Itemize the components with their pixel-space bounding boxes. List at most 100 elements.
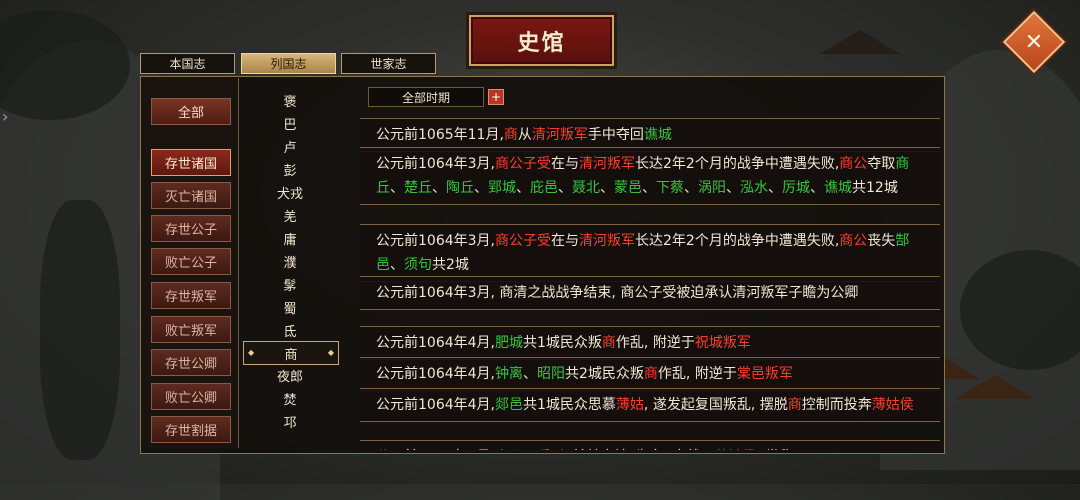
event-text: 、	[558, 180, 572, 196]
event-text: 祝城叛军	[694, 335, 751, 351]
event-text: 须句	[404, 257, 432, 273]
event-text: 昭阳	[537, 366, 565, 382]
event-text: 共12城	[852, 180, 898, 196]
event-text: 楚丘	[404, 180, 432, 196]
event-list[interactable]: 公元前1065年11月,商从清河叛军手中夺回谯城 公元前1064年3月,商公子受在…	[360, 114, 942, 450]
event-row: 公元前1064年4月,郯邑共1城民众思慕薄姑, 遂发起复国叛乱, 摆脱商控制而投…	[360, 388, 940, 422]
event-text: 共1城民众思慕	[523, 397, 616, 413]
event-text: , 遂发起复国叛乱, 摆脱	[643, 397, 788, 413]
event-text: 、	[432, 180, 446, 196]
event-text: 庇邑	[530, 180, 558, 196]
event-text: 商公子受	[495, 156, 551, 172]
event-text: 商	[601, 335, 616, 351]
event-text: 以“兼并土地”为名, 宣战于	[551, 449, 714, 450]
event-text: 公元前1064年3月,	[376, 156, 495, 172]
event-row: 公元前1064年3月,商公子受在与清河叛军长达2年2个月的战争中遭遇失败,商公夺…	[360, 147, 940, 205]
category-item[interactable]: 存世公卿	[151, 349, 231, 376]
page-title: 史馆	[469, 15, 614, 66]
event-text: 公元前1065年11月,	[376, 127, 504, 143]
nation-item[interactable]: 彭	[240, 158, 340, 180]
nation-item[interactable]: 巴	[240, 112, 340, 134]
event-text: 在与	[551, 233, 579, 249]
category-item[interactable]: 灭亡诸国	[151, 182, 231, 209]
event-text: 棠邑叛军	[736, 366, 793, 382]
tab-national-annals[interactable]: 本国志	[140, 53, 235, 74]
event-row: 公元前1064年4月,钟离、昭阳共2城民众叛商作乱, 附逆于棠邑叛军	[360, 357, 940, 391]
event-row: 公元前1064年4月,商公子受以“兼并土地”为名, 宣战于薄姑侯, 世称	[360, 440, 940, 450]
event-text: 清河叛军	[531, 127, 588, 143]
event-text: 商	[643, 366, 658, 382]
nation-item-selected[interactable]: ◆ 商 ◆	[243, 341, 339, 365]
event-text: 、	[726, 180, 740, 196]
nation-item[interactable]: 邛	[240, 410, 340, 432]
event-text: 、	[684, 180, 698, 196]
event-text: 、	[768, 180, 782, 196]
event-text: 清河叛军	[579, 233, 635, 249]
nation-item-label: 商	[284, 347, 298, 363]
event-text: 薄姑侯	[714, 449, 756, 450]
category-item[interactable]: 存世叛军	[151, 282, 231, 309]
event-text: , 世称	[756, 449, 793, 450]
nation-item[interactable]: 焚	[240, 387, 340, 409]
event-text: 肥城	[495, 335, 523, 351]
tab-houses-annals[interactable]: 世家志	[341, 53, 436, 74]
event-text: 薄姑侯	[871, 397, 914, 413]
event-text: 商	[787, 397, 802, 413]
period-add-button[interactable]: +	[488, 89, 504, 105]
event-text: 蒙邑	[614, 180, 642, 196]
event-text: 下蔡	[656, 180, 684, 196]
event-text: 作乱, 附逆于	[657, 366, 737, 382]
nation-item[interactable]: 蜀	[240, 296, 340, 318]
nation-item[interactable]: 髳	[240, 273, 340, 295]
event-text: 、	[642, 180, 656, 196]
nation-item[interactable]: 犬戎	[240, 181, 340, 203]
event-text: 谯城	[824, 180, 852, 196]
nation-item[interactable]: 濮	[240, 250, 340, 272]
event-text: 公元前1064年4月,	[376, 449, 495, 450]
nation-item[interactable]: 庸	[240, 227, 340, 249]
event-text: 公元前1064年4月,	[376, 366, 495, 382]
event-text: 控制而投奔	[801, 397, 872, 413]
nation-item[interactable]: 羌	[240, 204, 340, 226]
category-all-button[interactable]: 全部	[151, 98, 231, 125]
event-text: 谯城	[643, 127, 672, 143]
event-text: 清河叛军	[579, 156, 635, 172]
category-item[interactable]: 存世公子	[151, 215, 231, 242]
close-button[interactable]: ✕	[1002, 10, 1066, 74]
side-drawer-arrow-icon[interactable]: ›	[2, 108, 12, 126]
event-text: 商公子受	[495, 449, 551, 450]
event-text: 、	[390, 180, 404, 196]
event-text: 泓水	[740, 180, 768, 196]
event-text: 郢城	[488, 180, 516, 196]
event-text: 厉城	[782, 180, 810, 196]
nation-item[interactable]: 氐	[240, 319, 340, 341]
period-select[interactable]: 全部时期	[368, 87, 484, 107]
event-text: 手中夺回	[587, 127, 644, 143]
event-text: 作乱, 附逆于	[615, 335, 695, 351]
event-text: 夺取	[867, 156, 896, 172]
event-text: 郯邑	[495, 397, 523, 413]
event-text: 共2城民众叛	[565, 366, 644, 382]
category-item[interactable]: 败亡公子	[151, 248, 231, 275]
event-text: 长达2年2个月的战争中遭遇失败,	[635, 233, 840, 249]
nation-item[interactable]: 卢	[240, 135, 340, 157]
event-text: 钟离	[495, 366, 523, 382]
category-item[interactable]: 存世割据	[151, 416, 231, 443]
event-text: 商公	[839, 233, 868, 249]
category-list: 全部 存世诸国 灭亡诸国 存世公子 败亡公子 存世叛军 败亡叛军 存世公卿 败亡…	[142, 78, 239, 448]
nation-item[interactable]: 褒	[240, 89, 340, 111]
event-text: 、	[474, 180, 488, 196]
event-text: 、	[810, 180, 824, 196]
close-icon: ✕	[1024, 29, 1044, 55]
category-item[interactable]: 败亡叛军	[151, 316, 231, 343]
event-text: 、	[516, 180, 530, 196]
event-text: 公元前1064年3月, 商清之战战争结束, 商公子受被迫承认清河叛军子瞻为公卿	[376, 285, 859, 301]
category-item[interactable]: 存世诸国	[151, 149, 231, 176]
nation-list: 褒 巴 卢 彭 犬戎 羌 庸 濮 髳 蜀 氐 ◆ 商 ◆ 夜郎 焚 邛	[240, 78, 340, 448]
event-text: 聂北	[572, 180, 600, 196]
nation-item[interactable]: 夜郎	[240, 364, 340, 386]
event-text: 在与	[551, 156, 579, 172]
category-item[interactable]: 败亡公卿	[151, 383, 231, 410]
tab-states-annals[interactable]: 列国志	[241, 53, 336, 74]
event-row: 公元前1064年3月, 商清之战战争结束, 商公子受被迫承认清河叛军子瞻为公卿	[360, 276, 940, 310]
